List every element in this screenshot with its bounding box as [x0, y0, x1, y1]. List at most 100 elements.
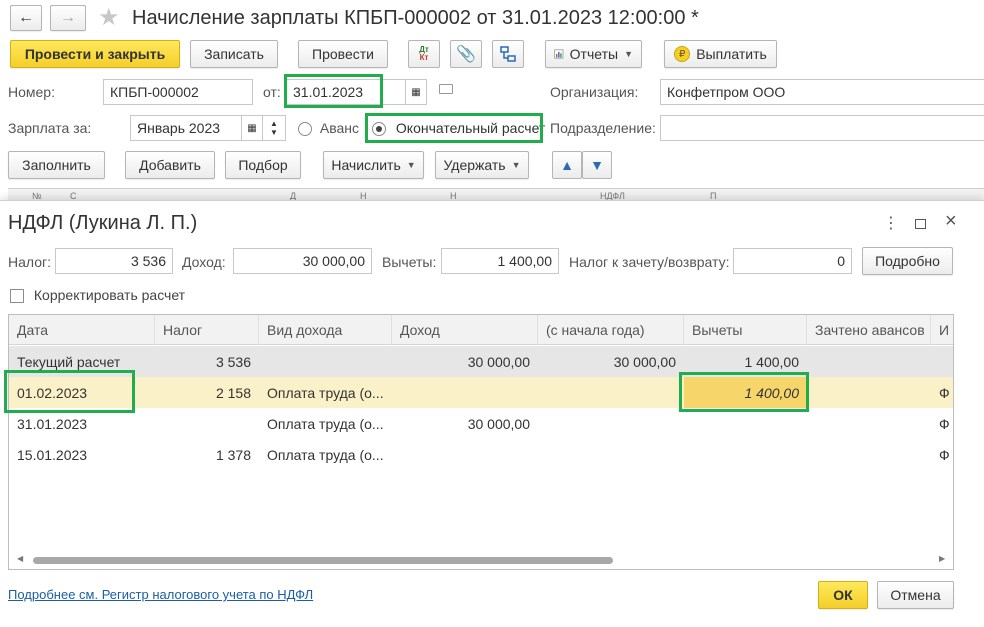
close-icon[interactable]: × [945, 210, 957, 233]
details-button[interactable]: Подробно [862, 247, 953, 275]
number-field[interactable]: КПБП-000002 [103, 79, 253, 105]
arrow-left-icon: ← [18, 9, 34, 26]
fill-button[interactable]: Заполнить [8, 151, 105, 179]
cell-deductions: 1 400,00 [744, 353, 800, 370]
cancel-button[interactable]: Отмена [877, 581, 954, 609]
organization-field[interactable]: Конфетпром ООО [660, 79, 984, 105]
horizontal-scrollbar[interactable]: ◀ ▶ [17, 554, 947, 565]
income-field[interactable]: 30 000,00 [233, 248, 372, 274]
cell-ytd [538, 439, 684, 470]
scroll-left-icon[interactable]: ◀ [17, 554, 23, 563]
tax-field[interactable]: 3 536 [55, 248, 173, 274]
cell-income [392, 377, 538, 408]
deductions-label: Вычеты: [382, 254, 437, 270]
adjust-label: Корректировать расчет [33, 287, 186, 303]
chevron-down-icon: ▼ [406, 160, 416, 170]
date-picker-button[interactable]: ▦ [405, 79, 427, 105]
offset-field[interactable]: 0 [733, 248, 852, 274]
cell-ytd: 30 000,00 [613, 353, 676, 370]
col-header-ytd[interactable]: (с начала года) [538, 315, 684, 345]
chevron-down-icon: ▼ [270, 128, 278, 137]
cell-income-kind: Оплата труда (о... [267, 415, 384, 432]
accrue-label: Начислить [331, 157, 401, 173]
col-header-income-kind[interactable]: Вид дохода [259, 315, 392, 345]
ndfl-register-link[interactable]: Подробнее см. Регистр налогового учета п… [8, 587, 313, 602]
date-field[interactable]: 31.01.2023 [286, 79, 406, 105]
withhold-button[interactable]: Удержать ▼ [435, 151, 529, 179]
scroll-right-icon[interactable]: ▶ [939, 554, 945, 563]
col-header-extra[interactable]: И [931, 315, 953, 345]
move-down-button[interactable]: ▼ [582, 151, 612, 179]
cell-tax: 1 378 [215, 446, 251, 463]
table-row[interactable]: 31.01.2023 Оплата труда (о... 30 000,00 … [9, 408, 953, 439]
deductions-field[interactable]: 1 400,00 [441, 248, 559, 274]
add-button[interactable]: Добавить [125, 151, 215, 179]
period-picker-button[interactable]: ▦ [241, 115, 263, 141]
col-header-deductions[interactable]: Вычеты [684, 315, 807, 345]
salary-period-field[interactable]: Январь 2023 [130, 115, 242, 141]
table-row[interactable]: 15.01.2023 1 378 Оплата труда (о... Ф [9, 439, 953, 470]
date-label: от: [263, 84, 281, 100]
cell-tax [155, 408, 259, 439]
cell-extra: Ф [939, 446, 950, 463]
forward-button[interactable]: → [50, 5, 86, 31]
scrollbar-thumb[interactable] [33, 557, 613, 564]
col-header-date[interactable]: Дата [9, 315, 155, 345]
pay-button[interactable]: ₽ Выплатить [664, 40, 777, 68]
col-header-tax[interactable]: Налог [155, 315, 259, 345]
comment-icon[interactable] [439, 84, 453, 94]
advance-radio[interactable]: Аванс [298, 120, 360, 137]
cell-extra: Ф [939, 384, 950, 401]
cell-date: 31.01.2023 [17, 415, 88, 432]
post-close-button[interactable]: Провести и закрыть [10, 40, 180, 68]
cell-deductions [684, 439, 807, 470]
ndfl-dialog: НДФЛ (Лукина Л. П.) ⋮ × Налог: 3 536 Дох… [0, 200, 984, 627]
ndfl-table[interactable]: Дата Налог Вид дохода Доход (с начала го… [8, 314, 954, 570]
star-icon[interactable]: ★ [98, 3, 120, 32]
final-settlement-label: Окончательный расчет [395, 120, 546, 136]
dt-kt-button[interactable]: Дт Кт [408, 40, 440, 68]
cell-income-kind [259, 346, 392, 377]
maximize-icon[interactable] [915, 219, 926, 229]
table-row[interactable]: Текущий расчет 3 536 30 000,00 30 000,00… [9, 346, 953, 377]
period-stepper[interactable]: ▲ ▼ [262, 115, 286, 141]
final-settlement-radio[interactable]: Окончательный расчет [372, 120, 546, 137]
dt-kt-icon: Дт Кт [419, 45, 429, 62]
cell-deductions[interactable]: 1 400,00 [684, 377, 807, 408]
cell-income [392, 439, 538, 470]
more-icon[interactable]: ⋮ [883, 213, 899, 233]
cell-ytd [538, 408, 684, 439]
calendar-icon: ▦ [247, 122, 257, 134]
pay-label: Выплатить [696, 46, 767, 62]
attach-button[interactable]: 📎 [450, 40, 482, 68]
department-field[interactable] [660, 115, 984, 141]
department-label: Подразделение: [550, 120, 656, 136]
back-button[interactable]: ← [10, 5, 42, 31]
cell-extra: Ф [939, 415, 950, 432]
col-header-advances[interactable]: Зачтено авансов [807, 315, 931, 345]
table-row[interactable]: 01.02.2023 2 158 Оплата труда (о... 1 40… [9, 377, 953, 408]
cell-advances [807, 377, 931, 408]
cell-date: 15.01.2023 [17, 446, 88, 463]
reports-button[interactable]: Отчеты ▼ [545, 40, 642, 68]
col-header-income[interactable]: Доход [392, 315, 538, 345]
post-button[interactable]: Провести [298, 40, 388, 68]
accrue-button[interactable]: Начислить ▼ [323, 151, 424, 179]
arrow-up-icon: ▲ [560, 157, 574, 173]
ruble-coin-icon: ₽ [674, 46, 691, 62]
save-button[interactable]: Записать [190, 40, 278, 68]
cell-income: 30 000,00 [467, 415, 530, 432]
ok-button[interactable]: ОК [818, 581, 868, 609]
reports-label: Отчеты [569, 46, 619, 62]
paperclip-icon: 📎 [456, 46, 476, 63]
tax-label: Налог: [8, 254, 52, 270]
select-button[interactable]: Подбор [225, 151, 301, 179]
chart-icon [554, 49, 564, 59]
window-title: Начисление зарплаты КПБП-000002 от 31.01… [132, 7, 699, 29]
cell-advances [807, 439, 931, 470]
move-up-button[interactable]: ▲ [552, 151, 582, 179]
structure-button[interactable] [492, 40, 524, 68]
cell-ytd [538, 377, 684, 408]
adjust-checkbox[interactable]: Корректировать расчет [10, 287, 186, 304]
advance-label: Аванс [319, 120, 360, 136]
